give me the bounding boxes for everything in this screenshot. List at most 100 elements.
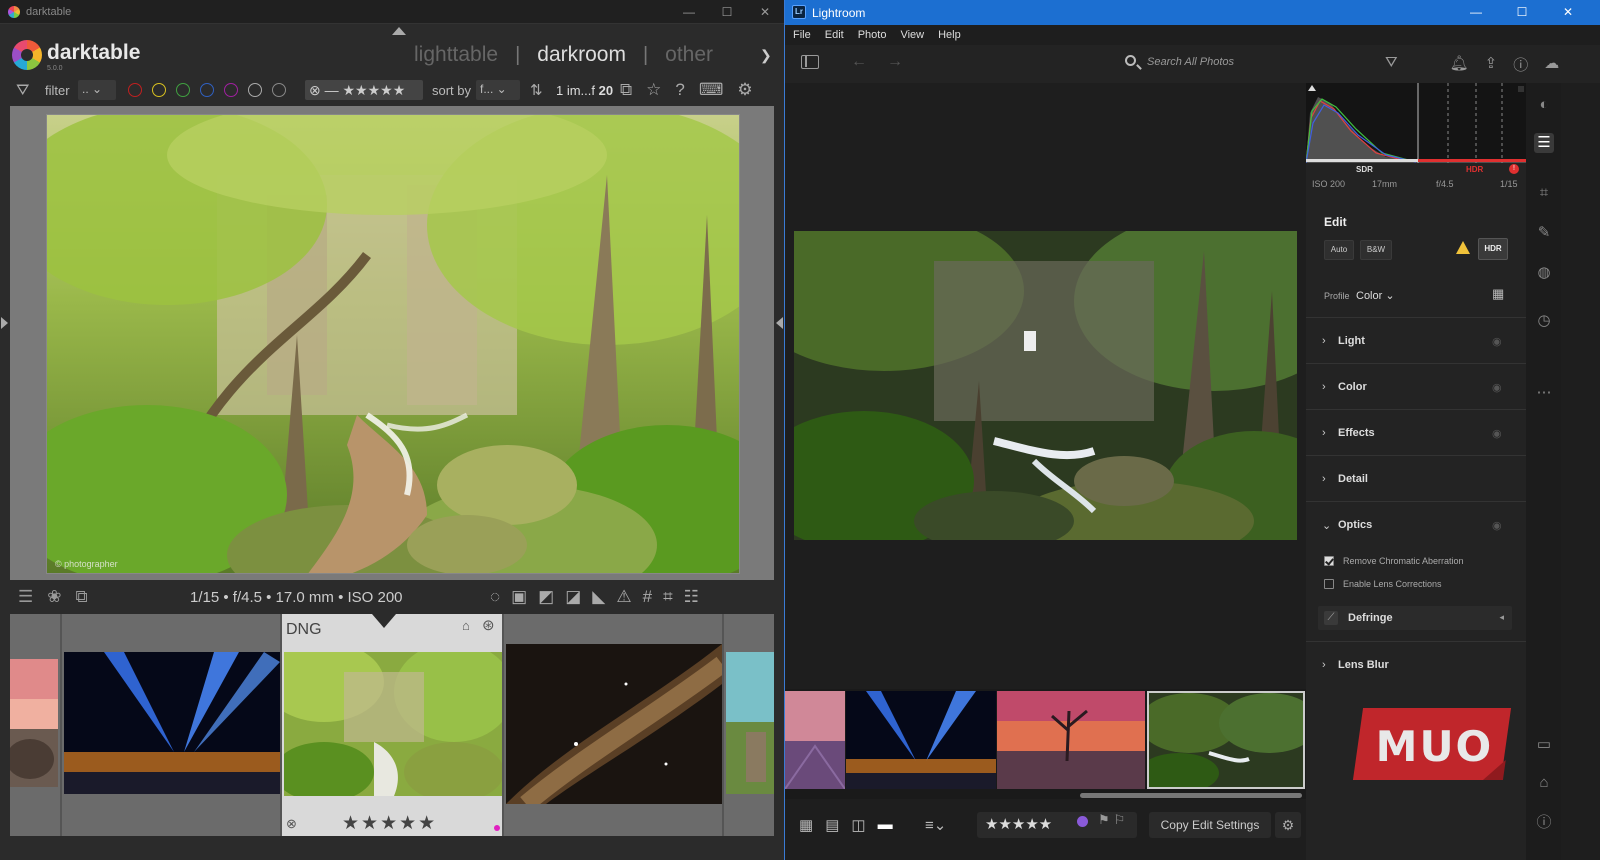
profile-select[interactable]: Color ⌄ (1356, 289, 1395, 302)
keyboard-icon[interactable]: ⌨ (699, 80, 724, 100)
eye-icon[interactable]: ◉ (1492, 381, 1502, 394)
loupe-canvas[interactable] (785, 83, 1306, 689)
filmstrip-thumbnail[interactable] (726, 652, 774, 794)
color-label-dot-icon[interactable] (1077, 816, 1088, 827)
detail-view-icon[interactable]: ▬ (878, 816, 893, 834)
search-input[interactable]: Search All Photos (1121, 51, 1373, 75)
menu-edit[interactable]: Edit (825, 29, 844, 41)
history-icon[interactable]: ◷ (1534, 311, 1554, 331)
warning-icon[interactable] (1456, 241, 1470, 254)
defringe-row[interactable]: ⟋ Defringe ◂ (1318, 606, 1512, 630)
filmstrip-thumbnail[interactable] (64, 652, 280, 794)
section-lens-blur[interactable]: › Lens Blur (1306, 641, 1526, 687)
gamut-check-icon[interactable]: ⚠ (616, 587, 631, 607)
filmstrip-thumbnail[interactable] (506, 644, 722, 804)
eye-icon[interactable]: ◉ (1492, 519, 1502, 532)
bw-button[interactable]: B&W (1360, 240, 1392, 260)
grouping-icon[interactable]: ⧉ (620, 80, 632, 100)
section-optics[interactable]: ⌄ Optics ◉ (1306, 501, 1526, 547)
raw-overexposed-icon[interactable]: ◪ (565, 587, 581, 607)
sort-order-icon[interactable]: ⇅ (530, 81, 543, 99)
healing-icon[interactable]: ✎ (1534, 223, 1554, 243)
notifications-icon[interactable]: 🔔︎ (1450, 54, 1469, 75)
section-light[interactable]: › Light ◉ (1306, 317, 1526, 363)
minimize-icon[interactable]: — (670, 0, 708, 24)
main-photo[interactable] (794, 231, 1297, 540)
color-label-red-icon[interactable] (128, 83, 142, 97)
filmstrip-cell[interactable] (10, 614, 62, 836)
masking-icon[interactable]: ◍ (1534, 263, 1554, 283)
compare-icon[interactable]: ◫ (851, 816, 865, 834)
iso12646-icon[interactable]: ◌ (490, 587, 500, 607)
help-icon[interactable]: ? (675, 80, 684, 100)
color-label-gray-icon[interactable] (248, 83, 262, 97)
filmstrip-thumbnail[interactable] (997, 691, 1145, 789)
filmstrip-cell-selected[interactable]: DNG ⌂ ⊛ ⊗ ★★★★★ (282, 614, 504, 836)
filmstrip-cell[interactable] (504, 614, 724, 836)
menu-help[interactable]: Help (938, 29, 961, 41)
crop-icon[interactable]: ⌗ (1534, 183, 1554, 203)
panel-toggle-icon[interactable] (801, 55, 819, 69)
chevron-left-icon[interactable]: ◂ (1499, 612, 1504, 623)
cloud-icon[interactable]: ☁ (1544, 54, 1559, 75)
reject-icon[interactable]: ⊗ (286, 816, 297, 832)
altered-icon[interactable]: ⌂ (462, 618, 470, 633)
more-icon[interactable]: ⋯ (1534, 383, 1554, 403)
color-label-purple-icon[interactable] (224, 83, 238, 97)
filmstrip-cell[interactable] (724, 614, 774, 836)
close-icon[interactable]: ✕ (746, 0, 784, 24)
clipping-icon[interactable]: ◣ (592, 587, 605, 607)
filmstrip-thumbnail-selected[interactable] (1147, 691, 1305, 789)
color-label-green-icon[interactable] (176, 83, 190, 97)
guides-icon[interactable]: # (643, 587, 652, 607)
share-icon[interactable]: ⇪ (1485, 54, 1498, 75)
filter-icon[interactable]: ⛛ (1385, 54, 1398, 75)
filmstrip-thumbnail[interactable] (10, 659, 58, 787)
edit-sliders-icon[interactable]: ☰ (1534, 133, 1554, 153)
top-panel-collapse-arrow-icon[interactable] (392, 27, 406, 35)
menu-file[interactable]: File (793, 29, 811, 41)
filter-select[interactable]: .. ⌄ (78, 80, 116, 100)
focus-frame-icon[interactable]: ⌗ (663, 587, 673, 607)
comment-icon[interactable]: ☷ (684, 587, 699, 607)
photo-grid-icon[interactable]: ▤ (825, 816, 839, 834)
undo-icon[interactable]: ← (851, 53, 887, 70)
tag-icon[interactable]: ⌂ (1534, 773, 1554, 793)
filmstrip-thumbnail[interactable] (785, 691, 845, 789)
maximize-icon[interactable]: ☐ (1499, 0, 1545, 24)
copy-edit-settings-button[interactable]: Copy Edit Settings (1149, 812, 1271, 838)
eye-icon[interactable]: ◉ (1492, 427, 1502, 440)
section-effects[interactable]: › Effects ◉ (1306, 409, 1526, 455)
gear-icon[interactable]: ⚙ (737, 80, 752, 100)
auto-button[interactable]: Auto (1324, 240, 1354, 260)
right-panel-arrow-icon[interactable] (776, 317, 783, 329)
maximize-icon[interactable]: ☐ (708, 0, 746, 24)
lens-corrections-checkbox[interactable] (1324, 579, 1334, 589)
chevron-down-icon[interactable]: ❯ (760, 47, 772, 64)
sort-select[interactable]: f... ⌄ (476, 80, 520, 100)
close-icon[interactable]: ✕ (1545, 0, 1591, 24)
focus-peaking-icon[interactable]: ▣ (511, 587, 527, 607)
filmstrip-cell[interactable] (62, 614, 282, 836)
menu-view[interactable]: View (900, 29, 924, 41)
info-icon[interactable]: ⓘ (1534, 813, 1554, 833)
flag-reject-icon[interactable]: ⚐ (1114, 812, 1130, 827)
filmstrip-scrollbar[interactable] (1080, 793, 1302, 798)
rating-filter[interactable]: ⊗ — ★★★★★ (305, 80, 423, 100)
remove-ca-checkbox[interactable] (1324, 556, 1334, 566)
styles-icon[interactable]: ❀ (47, 587, 61, 607)
second-window-icon[interactable]: ⧉ (76, 587, 88, 607)
section-color[interactable]: › Color ◉ (1306, 363, 1526, 409)
filmstrip-thumbnail[interactable] (284, 652, 502, 796)
grouping-toggle-icon[interactable]: ⊛ (482, 616, 495, 634)
filter-icon[interactable]: ⛛ (16, 82, 29, 100)
help-icon[interactable]: ⓘ (1513, 54, 1528, 75)
comments-icon[interactable]: ▭ (1534, 735, 1554, 755)
filmstrip-thumbnail[interactable] (846, 691, 996, 789)
menu-photo[interactable]: Photo (858, 29, 887, 41)
presets-icon[interactable]: ◐ (1534, 95, 1554, 115)
view-lighttable[interactable]: lighttable (414, 43, 498, 67)
darkroom-canvas[interactable]: © photographer (10, 106, 774, 580)
color-label-yellow-icon[interactable] (152, 83, 166, 97)
flag-pick-icon[interactable]: ⚑ (1098, 812, 1114, 827)
